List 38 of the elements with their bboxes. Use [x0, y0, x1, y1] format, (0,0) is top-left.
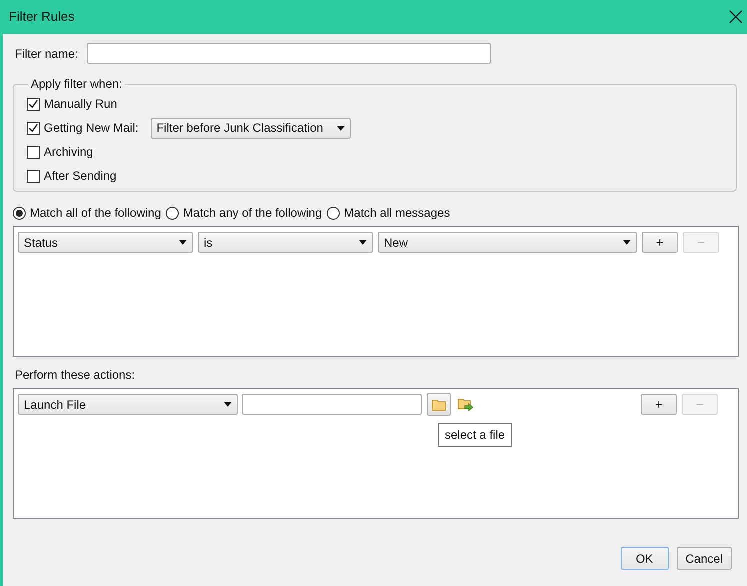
cancel-button[interactable]: Cancel — [676, 547, 732, 570]
caret-icon — [179, 240, 187, 245]
ok-button[interactable]: OK — [620, 547, 669, 570]
file-path-field[interactable] — [242, 394, 422, 415]
radio-button[interactable] — [327, 206, 340, 220]
timing-dropdown[interactable]: Filter before Junk Classification — [150, 118, 351, 138]
field-label: Filter name: — [15, 46, 78, 62]
action-dropdown[interactable]: Launch File — [18, 394, 238, 415]
checkbox-label[interactable]: Getting New Mail: — [44, 119, 139, 137]
radio-label[interactable]: Match all messages — [344, 204, 450, 222]
section-label: Perform these actions: — [15, 367, 136, 384]
close-icon[interactable] — [729, 10, 743, 24]
window-title: Filter Rules — [9, 8, 75, 26]
caret-icon — [623, 240, 631, 245]
radio-label[interactable]: Match any of the following — [183, 204, 322, 222]
checkbox[interactable] — [27, 146, 40, 158]
checkbox-label[interactable]: Archiving — [44, 143, 94, 161]
filter-name-field[interactable] — [87, 43, 492, 64]
caret-icon — [336, 126, 345, 130]
tooltip: select a file — [438, 423, 512, 447]
operator-dropdown[interactable]: is — [198, 232, 373, 253]
folder-arrow-icon[interactable] — [458, 398, 474, 412]
folder-icon — [432, 398, 446, 410]
radio-button[interactable] — [13, 206, 26, 220]
radio-label[interactable]: Match all of the following — [30, 204, 162, 222]
checkbox-label[interactable]: Manually Run — [44, 95, 118, 113]
field-dropdown[interactable]: Status — [18, 232, 193, 253]
caret-icon — [224, 402, 232, 407]
value-dropdown[interactable]: New — [378, 232, 637, 253]
add-button[interactable]: + — [642, 232, 678, 253]
caret-icon — [359, 240, 367, 245]
checkbox-label[interactable]: After Sending — [44, 167, 117, 185]
checkbox[interactable] — [27, 122, 40, 134]
add-button[interactable]: + — [641, 394, 677, 415]
radio-button[interactable] — [166, 206, 180, 220]
checkbox[interactable] — [27, 170, 40, 182]
checkbox[interactable] — [27, 98, 40, 110]
group-legend: Apply filter when: — [28, 75, 126, 93]
